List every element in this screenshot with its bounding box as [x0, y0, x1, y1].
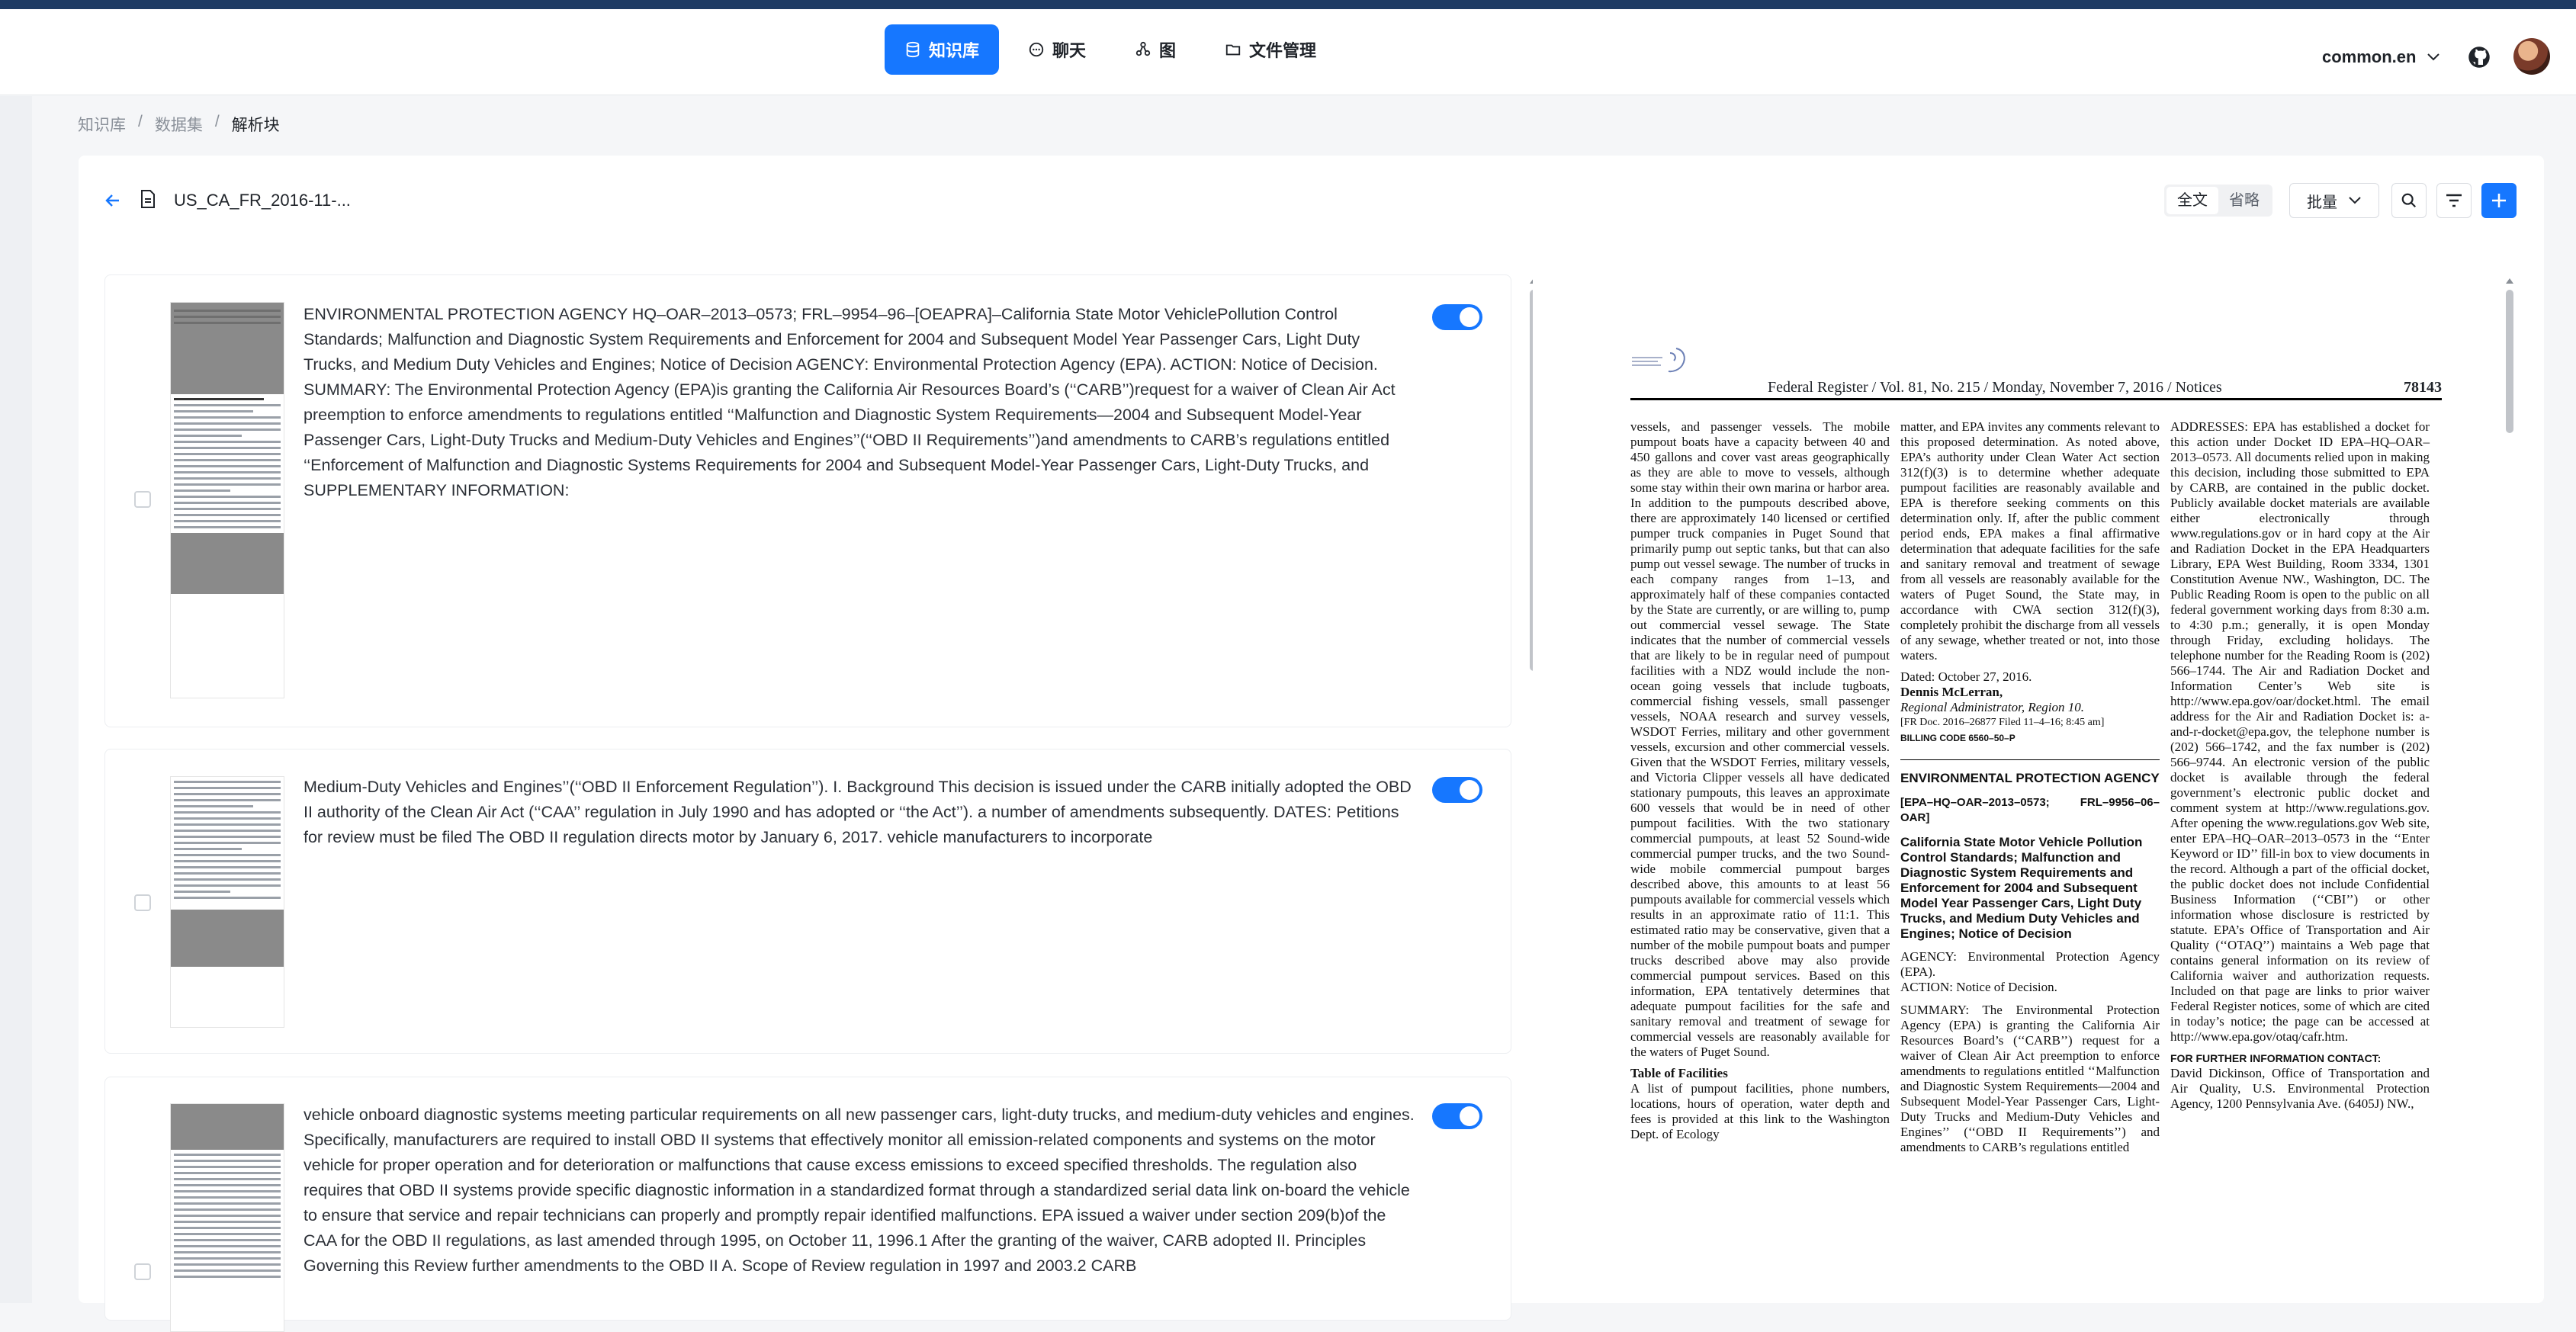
bulk-actions-dropdown[interactable]: 批量 — [2289, 183, 2379, 218]
pdf-column-2: matter, and EPA invites any comments rel… — [1900, 419, 2160, 1155]
bulk-label: 批量 — [2307, 194, 2337, 211]
nav-chat[interactable]: 聊天 — [1008, 24, 1106, 75]
breadcrumb-knowledge-base[interactable]: 知识库 — [78, 113, 126, 136]
federal-register-logo — [1632, 348, 1685, 373]
chunk-card: vehicle onboard diagnostic systems meeti… — [104, 1077, 1511, 1332]
pdf-scrollbar[interactable] — [2506, 290, 2513, 433]
nav-label: 知识库 — [929, 41, 980, 60]
pdf-col2-billing: BILLING CODE 6560–50–P — [1900, 730, 2160, 760]
left-sidebar-strip — [0, 96, 32, 1303]
chunk-enable-toggle[interactable] — [1432, 1103, 1482, 1129]
pdf-running-head-text: Federal Register / Vol. 81, No. 215 / Mo… — [1768, 379, 2222, 396]
chevron-down-icon — [2427, 53, 2440, 61]
pdf-col2-docket: [EPA–HQ–OAR–2013–0573; FRL–9956–06–OAR] — [1900, 796, 2160, 824]
chunk-select-checkbox[interactable] — [134, 1263, 151, 1280]
user-avatar[interactable] — [2513, 38, 2550, 75]
graph-icon — [1135, 41, 1151, 56]
chunk-thumbnail[interactable] — [170, 302, 284, 698]
breadcrumb-separator: / — [138, 113, 143, 130]
breadcrumb-separator: / — [214, 113, 220, 130]
view-full-option[interactable]: 全文 — [2166, 187, 2218, 214]
chunk-card: ENVIRONMENTAL PROTECTION AGENCY HQ–OAR–2… — [104, 274, 1511, 727]
chat-icon — [1029, 42, 1044, 57]
pdf-col2-agency: ENVIRONMENTAL PROTECTION AGENCY — [1900, 771, 2160, 785]
pdf-preview: Federal Register / Vol. 81, No. 215 / Mo… — [1533, 274, 2524, 1303]
chunk-enable-toggle[interactable] — [1432, 304, 1482, 330]
chunk-text[interactable]: Medium-Duty Vehicles and Engines’’(‘‘OBD… — [304, 775, 1417, 850]
github-icon[interactable] — [2465, 43, 2494, 72]
nav-file-management[interactable]: 文件管理 — [1205, 24, 1336, 75]
search-button[interactable] — [2391, 183, 2427, 218]
nav-label: 聊天 — [1052, 41, 1087, 60]
file-title: US_CA_FR_2016-11-... — [174, 191, 351, 210]
search-icon — [2401, 193, 2417, 208]
pdf-col2-dated: Dated: October 27, 2016. — [1900, 669, 2032, 684]
pdf-col2-action: ACTION: Notice of Decision. — [1900, 980, 2057, 994]
pdf-col1-body: vessels, and passenger vessels. The mobi… — [1630, 419, 1890, 1059]
nav-knowledge-base[interactable]: 知识库 — [885, 24, 1000, 75]
pdf-col2-title: California State Motor Vehicle Pollution… — [1900, 835, 2143, 941]
chunk-text[interactable]: ENVIRONMENTAL PROTECTION AGENCY HQ–OAR–2… — [304, 302, 1417, 503]
database-icon — [906, 41, 920, 58]
plus-icon — [2492, 194, 2506, 207]
pdf-col2-name: Dennis McLerran, — [1900, 685, 2003, 699]
scroll-up-arrow-icon[interactable] — [2504, 276, 2515, 285]
chunk-thumbnail[interactable] — [170, 776, 284, 1028]
chunk-select-checkbox[interactable] — [134, 491, 151, 508]
pdf-page-number: 78143 — [2404, 379, 2442, 396]
top-accent-band — [0, 0, 2576, 9]
pdf-col3-tail: David Dickinson, Office of Transportatio… — [2170, 1066, 2430, 1111]
pdf-col3-contact: FOR FURTHER INFORMATION CONTACT: — [2170, 1052, 2382, 1064]
language-label: common.en — [2322, 47, 2417, 66]
pdf-col2-body: matter, and EPA invites any comments rel… — [1900, 419, 2160, 663]
chunk-card: Medium-Duty Vehicles and Engines’’(‘‘OBD… — [104, 749, 1511, 1054]
nav-graph[interactable]: 图 — [1115, 24, 1196, 75]
chevron-down-icon — [2349, 197, 2361, 204]
pdf-col2-summary: SUMMARY: The Environmental Protection Ag… — [1900, 1003, 2160, 1154]
pdf-col2-role: Regional Administrator, Region 10. — [1900, 700, 2084, 714]
breadcrumb-parsed-chunks: 解析块 — [231, 117, 280, 134]
breadcrumb-dataset[interactable]: 数据集 — [155, 113, 203, 136]
pdf-col1-tail: A list of pumpout facilities, phone numb… — [1630, 1081, 1890, 1141]
pdf-running-head: Federal Register / Vol. 81, No. 215 / Mo… — [1630, 379, 2442, 400]
pdf-col2-frdoc: [FR Doc. 2016–26877 Filed 11–4–16; 8:45 … — [1900, 717, 2105, 728]
language-selector[interactable]: common.en — [2322, 47, 2440, 67]
filter-icon — [2446, 194, 2462, 207]
file-icon — [141, 190, 155, 208]
folder-icon — [1225, 44, 1241, 56]
nav-label: 文件管理 — [1249, 41, 1317, 60]
pdf-column-1: vessels, and passenger vessels. The mobi… — [1630, 419, 1890, 1142]
pdf-col2-agency-line: AGENCY: Environmental Protection Agency … — [1900, 949, 2160, 979]
pdf-column-3: ADDRESSES: EPA has established a docket … — [2170, 419, 2430, 1112]
chunk-text[interactable]: vehicle onboard diagnostic systems meeti… — [304, 1103, 1417, 1279]
main-nav-tabs: 知识库 聊天 图 文件管理 — [885, 24, 1336, 75]
add-chunk-button[interactable] — [2481, 183, 2517, 218]
filter-button[interactable] — [2436, 183, 2472, 218]
breadcrumb: 知识库 / 数据集 / 解析块 — [78, 113, 280, 136]
nav-label: 图 — [1159, 41, 1177, 60]
chunk-select-checkbox[interactable] — [134, 894, 151, 911]
chunk-enable-toggle[interactable] — [1432, 777, 1482, 803]
view-ellipsis-option[interactable]: 省略 — [2218, 187, 2270, 214]
back-arrow-icon[interactable] — [104, 191, 122, 210]
view-mode-toggle: 全文 省略 — [2164, 185, 2272, 217]
pdf-col3-body: ADDRESSES: EPA has established a docket … — [2170, 419, 2430, 1044]
pdf-col1-heading: Table of Facilities — [1630, 1066, 1728, 1080]
top-navigation: 知识库 聊天 图 文件管理 common.en — [0, 9, 2576, 95]
chunk-thumbnail[interactable] — [170, 1103, 284, 1332]
